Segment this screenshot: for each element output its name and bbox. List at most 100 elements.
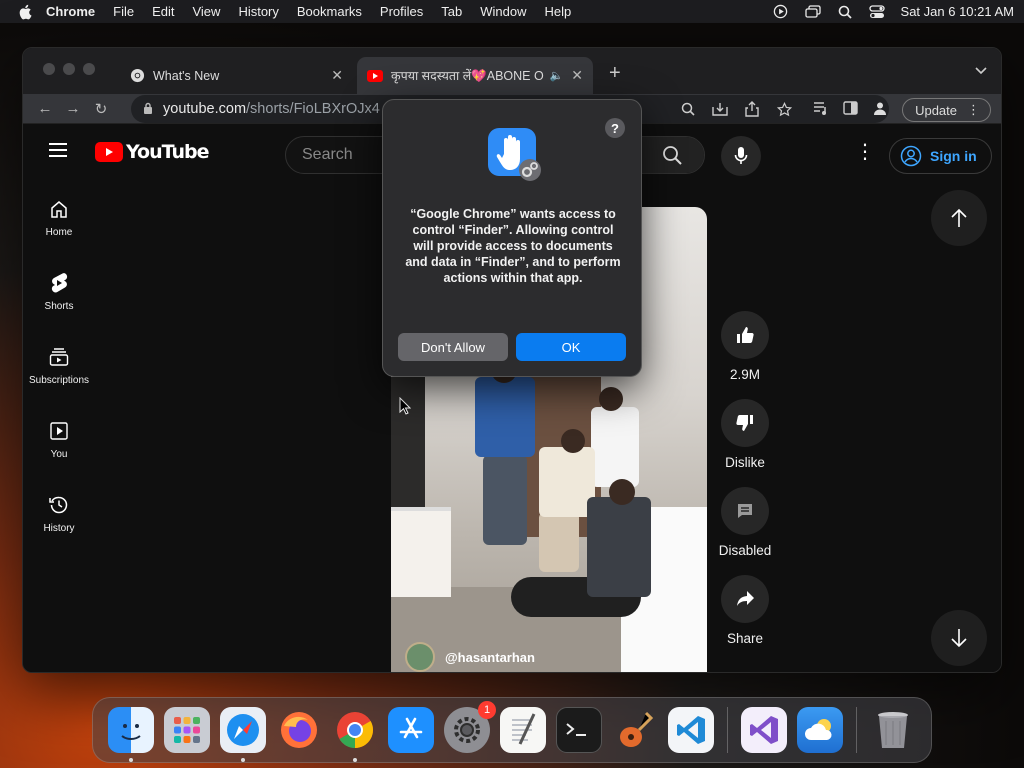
search-button[interactable] xyxy=(640,137,704,173)
menu-view[interactable]: View xyxy=(192,4,220,19)
short-actions: 2.9M Dislike Disabled Share xyxy=(713,311,777,663)
dock-trash[interactable] xyxy=(870,707,916,753)
finder-icon xyxy=(121,724,141,740)
tab-close-icon[interactable]: ✕ xyxy=(331,67,343,84)
like-button[interactable] xyxy=(721,311,769,359)
dock-visual-studio[interactable] xyxy=(741,707,787,753)
dock-system-settings[interactable]: 1 xyxy=(444,701,496,753)
dock-vscode[interactable] xyxy=(668,707,714,753)
lock-icon[interactable] xyxy=(143,102,153,117)
menu-app-name[interactable]: Chrome xyxy=(46,4,95,19)
sign-in-button[interactable]: Sign in xyxy=(889,138,992,174)
tab-youtube-short[interactable]: कृपया सदस्यता लें💖ABONE OL 🔈 ✕ xyxy=(357,57,593,94)
ok-button[interactable]: OK xyxy=(516,333,626,361)
comments-button[interactable] xyxy=(721,487,769,535)
next-short-button[interactable] xyxy=(931,610,987,666)
youtube-logo[interactable]: YouTube xyxy=(95,141,209,163)
dock-firefox[interactable] xyxy=(276,707,322,753)
menu-profiles[interactable]: Profiles xyxy=(380,4,423,19)
chrome-favicon-icon xyxy=(129,68,145,84)
youtube-sidebar: Home Shorts Subscriptions You History xyxy=(23,180,95,550)
share-label: Share xyxy=(726,631,764,646)
sidebar-item-shorts[interactable]: Shorts xyxy=(23,254,95,328)
search-icon xyxy=(663,146,682,165)
menu-bookmarks[interactable]: Bookmarks xyxy=(297,4,362,19)
spotlight-search-icon[interactable] xyxy=(837,5,853,19)
update-label: Update xyxy=(915,102,957,118)
launchpad-grid-icon xyxy=(174,717,200,743)
dock-textedit[interactable] xyxy=(500,707,546,753)
sidebar-item-label: Subscriptions xyxy=(28,374,90,386)
notification-badge: 1 xyxy=(478,701,496,719)
screen-mirroring-icon[interactable] xyxy=(804,4,821,19)
back-arrow-icon[interactable]: ← xyxy=(31,96,59,122)
update-button[interactable]: Update ⋮ xyxy=(902,98,991,122)
video-person xyxy=(475,377,535,457)
zoom-search-icon[interactable] xyxy=(679,100,697,118)
sidebar-item-home[interactable]: Home xyxy=(23,180,95,254)
channel-info[interactable]: @hasantarhan xyxy=(405,642,535,672)
running-indicator xyxy=(353,758,357,762)
more-options-icon[interactable]: ⋮ xyxy=(855,142,875,162)
dock-chrome[interactable] xyxy=(332,707,378,762)
shorts-icon xyxy=(47,271,71,295)
reload-icon[interactable]: ↻ xyxy=(87,96,115,122)
mouse-cursor-icon xyxy=(399,397,411,415)
video-person-head xyxy=(599,387,623,411)
minimize-window-button[interactable] xyxy=(63,63,75,75)
tab-close-icon[interactable]: ✕ xyxy=(571,67,583,84)
install-app-icon[interactable] xyxy=(711,100,729,118)
media-controls-icon[interactable] xyxy=(813,101,829,120)
apple-menu-icon[interactable] xyxy=(18,4,32,20)
tab-strip: What's New ✕ कृपया सदस्यता लें💖ABONE OL … xyxy=(23,48,1001,94)
menu-edit[interactable]: Edit xyxy=(152,4,174,19)
dock-safari[interactable] xyxy=(220,707,266,762)
tab-search-chevron-icon[interactable] xyxy=(975,64,987,78)
menu-history[interactable]: History xyxy=(238,4,278,19)
menubar-datetime[interactable]: Sat Jan 6 10:21 AM xyxy=(901,4,1014,19)
app-store-icon xyxy=(399,717,423,739)
side-panel-icon[interactable] xyxy=(843,100,858,120)
share-arrow-icon xyxy=(737,591,754,606)
profile-avatar-icon[interactable] xyxy=(872,100,888,121)
close-window-button[interactable] xyxy=(43,63,55,75)
sidebar-item-history[interactable]: History xyxy=(23,476,95,550)
control-center-icon[interactable] xyxy=(868,4,885,19)
tab-whats-new[interactable]: What's New ✕ xyxy=(119,57,353,94)
dock-garageband[interactable] xyxy=(612,707,658,753)
channel-avatar[interactable] xyxy=(405,642,435,672)
privacy-hand-icon xyxy=(488,128,541,181)
menu-window[interactable]: Window xyxy=(480,4,526,19)
previous-short-button[interactable] xyxy=(931,190,987,246)
dislike-action: Dislike xyxy=(713,399,777,487)
comments-label: Disabled xyxy=(718,543,772,558)
zoom-window-button[interactable] xyxy=(83,63,95,75)
visual-studio-icon xyxy=(750,716,778,744)
media-play-icon[interactable] xyxy=(773,4,789,19)
dock-launchpad[interactable] xyxy=(164,707,210,753)
voice-search-button[interactable] xyxy=(721,136,761,176)
dock-finder[interactable] xyxy=(108,707,154,762)
hamburger-menu-icon[interactable] xyxy=(49,143,67,157)
sidebar-item-label: You xyxy=(50,448,68,460)
forward-arrow-icon[interactable]: → xyxy=(59,96,87,122)
dislike-button[interactable] xyxy=(721,399,769,447)
dock-terminal[interactable] xyxy=(556,707,602,753)
bookmark-star-icon[interactable] xyxy=(775,100,793,118)
dont-allow-button[interactable]: Don't Allow xyxy=(398,333,508,361)
new-tab-icon[interactable]: + xyxy=(609,62,621,85)
safari-compass-icon xyxy=(227,714,259,746)
tab-audio-icon[interactable]: 🔈 xyxy=(550,69,564,82)
menu-file[interactable]: File xyxy=(113,4,134,19)
share-page-icon[interactable] xyxy=(743,100,761,118)
menu-tab[interactable]: Tab xyxy=(441,4,462,19)
running-indicator xyxy=(129,758,133,762)
help-button[interactable]: ? xyxy=(605,118,625,138)
channel-handle[interactable]: @hasantarhan xyxy=(445,650,535,665)
share-button[interactable] xyxy=(721,575,769,623)
sidebar-item-subscriptions[interactable]: Subscriptions xyxy=(23,328,95,402)
dock-app-store[interactable] xyxy=(388,707,434,753)
sidebar-item-you[interactable]: You xyxy=(23,402,95,476)
menu-help[interactable]: Help xyxy=(545,4,572,19)
dock-weather[interactable] xyxy=(797,707,843,753)
